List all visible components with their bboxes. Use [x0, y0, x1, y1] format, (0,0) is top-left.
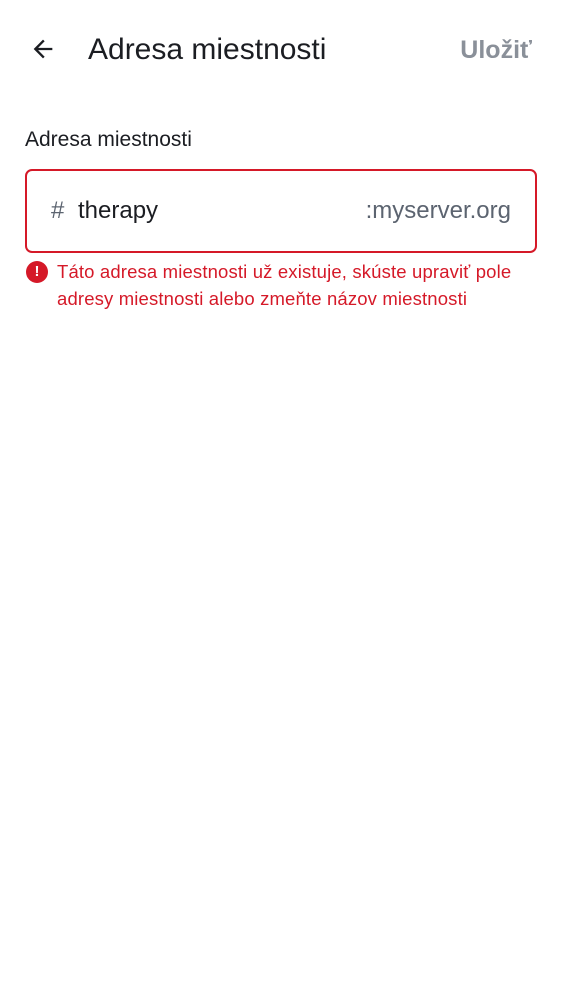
error-icon: ! — [26, 261, 48, 283]
room-address-label: Adresa miestnosti — [25, 128, 192, 151]
back-button[interactable] — [22, 28, 64, 70]
save-button[interactable]: Uložiť — [460, 32, 532, 68]
room-alias-input[interactable] — [78, 191, 328, 231]
page-title: Adresa miestnosti — [88, 33, 327, 66]
server-suffix: :myserver.org — [365, 197, 511, 224]
error-message: Táto adresa miestnosti už existuje, skús… — [57, 261, 512, 309]
top-app-bar: Adresa miestnosti Uložiť — [0, 0, 562, 100]
arrow-left-icon — [33, 39, 53, 59]
hash-prefix: # — [51, 197, 65, 224]
room-address-field[interactable]: # :myserver.org — [25, 169, 537, 253]
